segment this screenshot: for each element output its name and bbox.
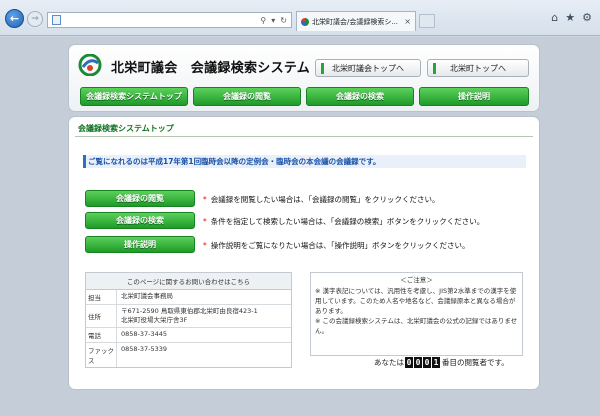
visitor-counter: あなたは 0 0 0 1 番目の閲覧者です。: [374, 357, 509, 368]
page-icon: [52, 15, 61, 25]
section-title: 会議録検索システムトップ: [78, 124, 174, 133]
counter-digit: 0: [423, 357, 431, 368]
counter-digit: 0: [414, 357, 422, 368]
contact-heading: このページに関するお問い合わせはこちら: [86, 273, 291, 290]
table-row: 担当 北栄町議会事務局: [86, 290, 291, 305]
gear-icon[interactable]: ⚙: [582, 11, 592, 24]
page-viewport: 北栄町議会 会議録検索システム 北栄町議会トップへ 北栄町トップへ 会議録検索シ…: [0, 37, 600, 416]
browse-button[interactable]: 会議録の閲覧: [85, 190, 195, 207]
help-button[interactable]: 操作説明: [85, 236, 195, 253]
nav-system-top[interactable]: 会議録検索システムトップ: [80, 87, 188, 106]
browser-tab[interactable]: 北栄町議会/会議録検索シ... ×: [296, 11, 416, 31]
favicon-icon: [301, 17, 309, 26]
favorites-star-icon[interactable]: ★: [565, 11, 575, 24]
table-row: 電話 0858-37-3445: [86, 328, 291, 343]
dropdown-icon[interactable]: ▾: [271, 16, 275, 25]
site-header: 北栄町議会 会議録検索システム 北栄町議会トップへ 北栄町トップへ 会議録検索シ…: [68, 44, 540, 112]
tab-title: 北栄町議会/会議録検索シ...: [312, 17, 399, 26]
back-arrow-icon: ←: [9, 12, 20, 25]
notice-box: ＜ご注意＞ ※ 漢字表記については、汎用性を考慮し、JIS第2水準までの漢字を使…: [310, 272, 523, 356]
forward-button[interactable]: →: [27, 11, 43, 27]
notice-title: ＜ご注意＞: [400, 276, 433, 284]
table-row: ファックス 0858-37-5339: [88, 343, 168, 367]
new-tab-button[interactable]: [419, 14, 435, 28]
refresh-icon[interactable]: ↻: [280, 16, 287, 25]
town-logo-icon: [78, 54, 102, 76]
browser-chrome: ← → ⚲ ▾ ↻ 北栄町議会/会議録検索シ... × ⌂ ★ ⚙: [0, 0, 600, 36]
asterisk-mark: *: [203, 195, 207, 204]
home-icon[interactable]: ⌂: [551, 11, 558, 24]
nav-browse[interactable]: 会議録の閲覧: [193, 87, 301, 106]
back-button[interactable]: ←: [5, 9, 24, 28]
search-description: * 条件を指定して検索したい場合は、「会議録の検索」ボタンをクリックください。: [203, 217, 485, 226]
search-icon[interactable]: ⚲: [260, 16, 266, 25]
browse-description: * 会議録を閲覧したい場合は、「会議録の閲覧」をクリックください。: [203, 195, 440, 204]
contact-table: このページに関するお問い合わせはこちら 担当 北栄町議会事務局 住所 〒671-…: [85, 272, 292, 368]
council-top-link[interactable]: 北栄町議会トップへ: [315, 59, 421, 77]
intro-text: ご覧になれるのは平成17年第1回臨時会以降の定例会・臨時会の本会議の会議録です。: [83, 155, 526, 168]
town-top-link[interactable]: 北栄町トップへ: [427, 59, 529, 77]
table-row: 住所 〒671-2590 鳥取県東伯郡北栄町由良宿423-1 北栄町役場大栄庁舎…: [86, 305, 291, 328]
counter-digit: 0: [405, 357, 413, 368]
notice-text-2: ※ この会議録検索システムは、北栄町議会の公式の記録ではありません。: [315, 317, 518, 335]
asterisk-mark: *: [203, 217, 207, 226]
notice-text-1: ※ 漢字表記については、汎用性を考慮し、JIS第2水準までの漢字を使用しています…: [315, 287, 517, 315]
help-description: * 操作説明をご覧になりたい場合は、「操作説明」ボタンをクリックください。: [203, 241, 470, 250]
nav-search[interactable]: 会議録の検索: [306, 87, 414, 106]
nav-help[interactable]: 操作説明: [419, 87, 529, 106]
site-title: 北栄町議会 会議録検索システム: [111, 61, 311, 76]
counter-digit: 1: [432, 357, 440, 368]
asterisk-mark: *: [203, 241, 207, 250]
section-divider: [75, 136, 533, 137]
tab-close-icon[interactable]: ×: [404, 17, 411, 26]
address-bar[interactable]: ⚲ ▾ ↻: [47, 12, 292, 28]
main-content: 会議録検索システムトップ ご覧になれるのは平成17年第1回臨時会以降の定例会・臨…: [68, 116, 540, 390]
search-button[interactable]: 会議録の検索: [85, 212, 195, 229]
forward-arrow-icon: →: [31, 14, 39, 24]
